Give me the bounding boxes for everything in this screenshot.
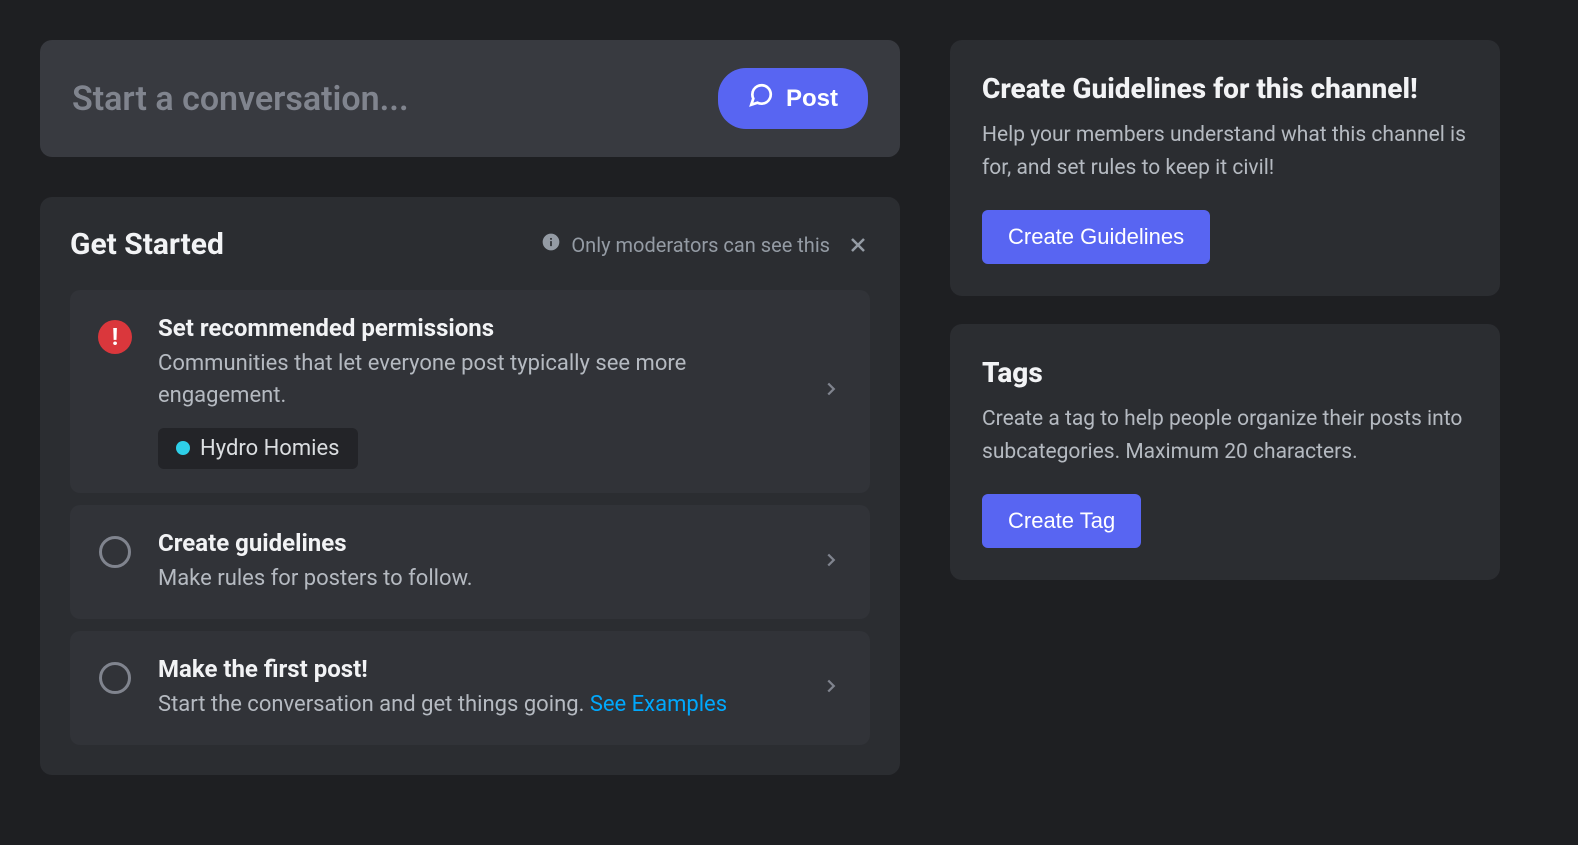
tags-desc: Create a tag to help people organize the…	[982, 403, 1468, 468]
step-title: Set recommended permissions	[158, 314, 794, 342]
moderator-notice-text: Only moderators can see this	[571, 233, 830, 257]
post-button-label: Post	[786, 85, 838, 113]
composer-placeholder: Start a conversation...	[72, 79, 409, 119]
get-started-header: Get Started Only moderators can see this	[70, 227, 870, 262]
chevron-right-icon	[820, 675, 842, 701]
close-icon[interactable]	[846, 233, 870, 257]
step-desc: Start the conversation and get things go…	[158, 689, 794, 721]
create-guidelines-button[interactable]: Create Guidelines	[982, 210, 1210, 264]
step-content: Set recommended permissions Communities …	[158, 314, 794, 469]
info-icon	[541, 232, 561, 257]
speech-bubble-icon	[748, 82, 774, 115]
main-column: Start a conversation... Post Get Started	[40, 40, 900, 805]
see-examples-link[interactable]: See Examples	[590, 692, 727, 717]
step-title: Make the first post!	[158, 655, 794, 683]
step-set-permissions[interactable]: ! Set recommended permissions Communitie…	[70, 290, 870, 493]
role-dot-icon	[176, 441, 190, 455]
chevron-right-icon	[820, 378, 842, 404]
step-first-post[interactable]: Make the first post! Start the conversat…	[70, 631, 870, 745]
role-name: Hydro Homies	[200, 436, 340, 461]
unchecked-circle-icon	[98, 535, 132, 569]
moderator-notice: Only moderators can see this	[541, 232, 870, 257]
tags-title: Tags	[982, 356, 1468, 389]
step-content: Make the first post! Start the conversat…	[158, 655, 794, 721]
chevron-right-icon	[820, 549, 842, 575]
post-button[interactable]: Post	[718, 68, 868, 129]
tags-card: Tags Create a tag to help people organiz…	[950, 324, 1500, 580]
role-chip[interactable]: Hydro Homies	[158, 428, 358, 469]
get-started-title: Get Started	[70, 227, 224, 262]
step-content: Create guidelines Make rules for posters…	[158, 529, 794, 595]
step-desc: Communities that let everyone post typic…	[158, 348, 794, 412]
composer[interactable]: Start a conversation... Post	[40, 40, 900, 157]
step-list: ! Set recommended permissions Communitie…	[70, 290, 870, 745]
get-started-card: Get Started Only moderators can see this	[40, 197, 900, 775]
alert-icon: !	[98, 320, 132, 354]
guidelines-title: Create Guidelines for this channel!	[982, 72, 1468, 105]
side-column: Create Guidelines for this channel! Help…	[950, 40, 1500, 805]
unchecked-circle-icon	[98, 661, 132, 695]
step-title: Create guidelines	[158, 529, 794, 557]
create-tag-button[interactable]: Create Tag	[982, 494, 1141, 548]
step-create-guidelines[interactable]: Create guidelines Make rules for posters…	[70, 505, 870, 619]
step-desc: Make rules for posters to follow.	[158, 563, 794, 595]
guidelines-desc: Help your members understand what this c…	[982, 119, 1468, 184]
guidelines-card: Create Guidelines for this channel! Help…	[950, 40, 1500, 296]
